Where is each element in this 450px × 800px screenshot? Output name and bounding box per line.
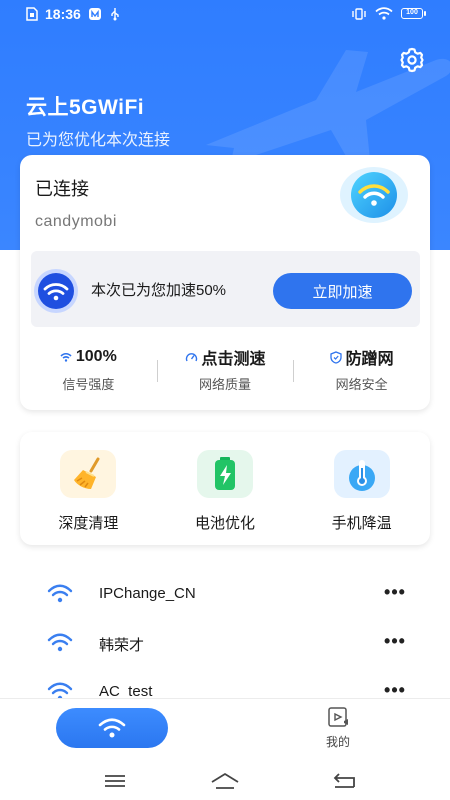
wifi-network-list: IPChange_CN ••• 韩荣才 ••• AC_test ••• (0, 570, 450, 717)
boost-message: 本次已为您加速50% (91, 282, 227, 299)
wifi-icon (47, 633, 73, 652)
speedometer-icon (185, 352, 197, 361)
network-stats: 100% 信号强度 点击测速 网络质量 防蹭网 网络安全 (20, 345, 430, 395)
more-options-icon[interactable]: ••• (380, 629, 410, 657)
stat-speedtest[interactable]: 点击测速 网络质量 (156, 345, 294, 395)
wifi-ssid: IPChange_CN (99, 585, 196, 602)
stat-security[interactable]: 防蹭网 网络安全 (293, 345, 430, 395)
app-subtitle: 已为您优化本次连接 (26, 132, 171, 149)
tool-cool-down[interactable]: 手机降温 (293, 432, 430, 545)
boost-panel: 本次已为您加速50% 立即加速 (31, 251, 420, 327)
home-icon[interactable] (210, 770, 240, 792)
tool-battery-optimize[interactable]: 电池优化 (157, 432, 294, 545)
sim-card-icon (26, 7, 38, 21)
stat-label: 网络安全 (335, 377, 388, 392)
stat-value: 防蹭网 (345, 351, 394, 368)
tool-label: 深度清理 (58, 515, 119, 532)
shield-icon (330, 350, 342, 364)
wifi-list-item[interactable]: 韩荣才 ••• (0, 619, 450, 668)
broom-icon (60, 450, 117, 498)
tool-label: 手机降温 (331, 515, 392, 532)
stat-label: 信号强度 (62, 377, 115, 392)
system-navigation-bar (0, 762, 450, 800)
settings-gear-icon[interactable] (398, 46, 426, 74)
thermometer-icon (333, 450, 390, 498)
nav-mine-label: 我的 (325, 735, 350, 749)
wifi-connected-badge-icon (340, 167, 408, 223)
stat-label: 网络质量 (199, 377, 252, 392)
connection-card: 已连接 candymobi 本次已为您加速50% 立即加速 100% 信号强度 … (20, 155, 430, 410)
app-title: 云上5GWiFi (26, 96, 145, 119)
nav-tab-mine[interactable]: 我的 (318, 706, 358, 750)
battery-level: 100 (401, 8, 423, 19)
wifi-status-icon (375, 7, 393, 20)
wifi-small-icon (60, 352, 72, 362)
stat-signal: 100% 信号强度 (20, 345, 157, 395)
tools-card: 深度清理 电池优化 手机降温 (20, 432, 430, 545)
nav-tab-wifi[interactable] (56, 708, 168, 748)
boost-now-button[interactable]: 立即加速 (273, 273, 412, 309)
battery-charge-icon (197, 450, 253, 498)
back-icon[interactable] (330, 770, 360, 792)
notification-icon (88, 8, 101, 20)
connection-status: 已连接 (35, 179, 89, 199)
vibrate-icon (352, 7, 366, 20)
menu-icon[interactable] (100, 770, 130, 792)
tool-deep-clean[interactable]: 深度清理 (20, 432, 157, 545)
wifi-ssid: 韩荣才 (99, 637, 145, 654)
stat-value: 点击测速 (201, 351, 266, 368)
more-options-icon[interactable]: ••• (380, 580, 410, 608)
wifi-boost-icon (34, 269, 78, 313)
stat-value: 100% (75, 348, 117, 365)
bottom-nav: 我的 (0, 698, 450, 762)
wifi-tab-icon (98, 718, 126, 738)
profile-video-icon (328, 707, 348, 727)
wifi-icon (47, 584, 73, 603)
battery-indicator: 100 (401, 8, 426, 19)
status-time: 18:36 (45, 6, 81, 22)
status-bar: 18:36 100 (0, 0, 450, 30)
usb-icon (111, 8, 119, 21)
connected-ssid: candymobi (35, 213, 117, 230)
tool-label: 电池优化 (195, 515, 256, 532)
wifi-list-item[interactable]: IPChange_CN ••• (0, 570, 450, 619)
